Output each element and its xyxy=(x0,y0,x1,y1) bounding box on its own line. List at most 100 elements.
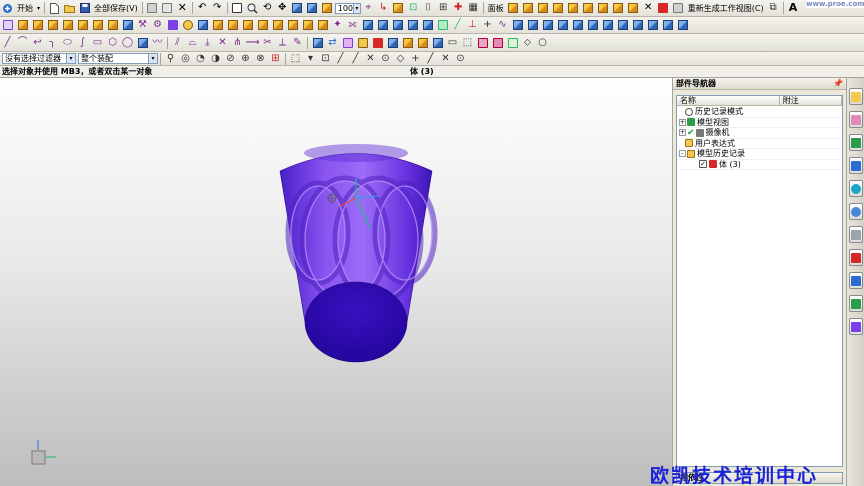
slot-icon[interactable] xyxy=(106,19,119,32)
offset-icon[interactable] xyxy=(376,19,389,32)
revolve-icon[interactable] xyxy=(31,19,44,32)
extrude-icon[interactable] xyxy=(16,19,29,32)
udf-icon[interactable] xyxy=(491,36,504,49)
snap-endpoint-icon[interactable]: ⊡ xyxy=(319,52,332,65)
datum-plane-icon[interactable] xyxy=(436,19,449,32)
helix-icon[interactable]: 〰 xyxy=(151,36,164,49)
type-filter-select[interactable]: 没有选择过滤器 ▾ xyxy=(2,53,76,64)
assembly-filter-select[interactable]: 整个装配 ▾ xyxy=(78,53,158,64)
pocket-icon[interactable] xyxy=(76,19,89,32)
internet-explorer-tab-icon[interactable] xyxy=(848,180,863,197)
point-set-icon[interactable]: ⬦ xyxy=(521,36,534,49)
extract-icon[interactable] xyxy=(661,19,674,32)
unsuppress-icon[interactable]: ▭ xyxy=(446,36,459,49)
display-icon[interactable] xyxy=(356,36,369,49)
view-cube-3-icon[interactable] xyxy=(537,2,550,15)
snap-intersection-icon[interactable]: ✕ xyxy=(364,52,377,65)
regen-icon[interactable] xyxy=(672,2,685,15)
assembly-navigator-tab-icon[interactable] xyxy=(848,88,863,105)
pin-icon[interactable]: 📌 xyxy=(833,79,843,88)
scale-icon[interactable] xyxy=(391,19,404,32)
tree-item-model-history[interactable]: - 模型历史记录 xyxy=(679,149,842,160)
view-cube-1-icon[interactable] xyxy=(507,2,520,15)
sheet-button[interactable]: 面板 xyxy=(486,3,506,14)
emboss-icon[interactable] xyxy=(421,19,434,32)
history-tab-icon[interactable] xyxy=(848,203,863,220)
reuse-library-tab-icon[interactable] xyxy=(848,157,863,174)
system-materials-tab-icon[interactable] xyxy=(848,226,863,243)
column-note[interactable]: 附注 xyxy=(780,96,842,105)
project-curve-icon[interactable]: ⤓ xyxy=(201,36,214,49)
link-icon[interactable] xyxy=(676,19,689,32)
datum-csys-icon[interactable]: ⊥ xyxy=(466,19,479,32)
collapse-icon[interactable]: - xyxy=(679,150,686,158)
select-all-icon[interactable]: ▾ xyxy=(304,52,317,65)
bridge-curve-icon[interactable]: ⌓ xyxy=(186,36,199,49)
reset-filter-icon[interactable]: ◎ xyxy=(179,52,192,65)
thicken-icon[interactable] xyxy=(361,19,374,32)
hd3d-tab-icon[interactable] xyxy=(848,318,863,335)
general-filter-icon[interactable]: ⚲ xyxy=(164,52,177,65)
through-curves-icon[interactable] xyxy=(556,19,569,32)
subtract-icon[interactable]: ⚙ xyxy=(151,19,164,32)
redo-icon[interactable]: ↷ xyxy=(211,2,224,15)
synchronous-icon[interactable] xyxy=(646,19,659,32)
mirror-icon[interactable]: ⟗ xyxy=(346,19,359,32)
patch-icon[interactable] xyxy=(586,19,599,32)
edge-blend-icon[interactable] xyxy=(256,19,269,32)
groove-icon[interactable] xyxy=(121,19,134,32)
zoom-level-select[interactable]: 100 ▾ xyxy=(334,2,361,14)
revolved-body[interactable] xyxy=(279,144,438,363)
fillet-curve-icon[interactable]: ╮ xyxy=(46,36,59,49)
hole-icon[interactable] xyxy=(46,19,59,32)
datum-axis-icon[interactable]: ╱ xyxy=(451,19,464,32)
measure-icon[interactable]: ⌷ xyxy=(422,2,435,15)
combined-curve-icon[interactable]: ⟿ xyxy=(245,36,259,49)
ellipse-icon[interactable]: ⬭ xyxy=(61,36,74,49)
body-select-icon[interactable]: ◑ xyxy=(209,52,222,65)
feature-select-icon[interactable]: ◔ xyxy=(194,52,207,65)
spline-icon[interactable]: ∫ xyxy=(76,36,89,49)
grid-icon[interactable]: ▦ xyxy=(467,2,480,15)
checkbox-icon[interactable]: ✓ xyxy=(699,160,707,169)
split-body-icon[interactable] xyxy=(316,19,329,32)
save-icon[interactable] xyxy=(78,2,91,15)
view-orient-icon[interactable] xyxy=(306,2,319,15)
intersect-curve-icon[interactable]: ✕ xyxy=(216,36,229,49)
divide-curve-icon[interactable]: ⟂ xyxy=(276,36,289,49)
show-hide-icon[interactable]: ⊡ xyxy=(407,2,420,15)
edit-curve-icon[interactable]: ✎ xyxy=(291,36,304,49)
view-cube-2-icon[interactable] xyxy=(522,2,535,15)
face-select-icon[interactable]: ⊘ xyxy=(224,52,237,65)
snap-on-curve-icon[interactable]: ╱ xyxy=(424,52,437,65)
system-scene-tab-icon[interactable] xyxy=(848,295,863,312)
snapshot-icon[interactable] xyxy=(506,36,519,49)
block-icon[interactable] xyxy=(211,19,224,32)
start-icon[interactable] xyxy=(1,2,14,15)
undo-icon[interactable]: ↶ xyxy=(196,2,209,15)
rotate-icon[interactable]: ⟲ xyxy=(261,2,274,15)
save-all-button[interactable]: 全部保存(V) xyxy=(92,3,140,14)
snap-center-icon[interactable]: ⊙ xyxy=(379,52,392,65)
edit-parameters-icon[interactable] xyxy=(401,36,414,49)
snap-icon[interactable]: ⌖ xyxy=(362,2,375,15)
cone-icon[interactable] xyxy=(226,19,239,32)
snap-pole-icon[interactable]: ⊙ xyxy=(454,52,467,65)
view-cube-4-icon[interactable] xyxy=(552,2,565,15)
cylinder-icon[interactable] xyxy=(196,19,209,32)
view-cube-7-icon[interactable] xyxy=(597,2,610,15)
section-icon[interactable] xyxy=(321,2,334,15)
suppress-icon[interactable] xyxy=(431,36,444,49)
section-curve-icon[interactable]: ⋔ xyxy=(231,36,244,49)
trim-body-icon[interactable] xyxy=(301,19,314,32)
shell-icon[interactable] xyxy=(241,19,254,32)
layer-icon[interactable] xyxy=(392,2,405,15)
unite-icon[interactable]: ⚒ xyxy=(136,19,149,32)
view-cube-8-icon[interactable] xyxy=(612,2,625,15)
view-cube-6-icon[interactable] xyxy=(582,2,595,15)
trim-curve-icon[interactable]: ✂ xyxy=(261,36,274,49)
snap-midpoint-icon[interactable]: ╱ xyxy=(334,52,347,65)
replay-icon[interactable] xyxy=(416,36,429,49)
open-folder-icon[interactable] xyxy=(63,2,76,15)
add-select-icon[interactable]: ⊞ xyxy=(269,52,282,65)
